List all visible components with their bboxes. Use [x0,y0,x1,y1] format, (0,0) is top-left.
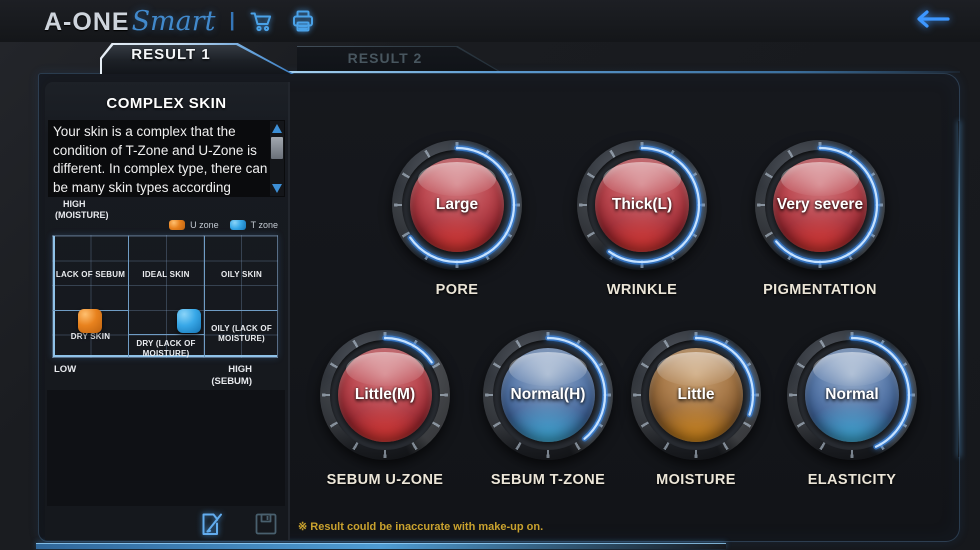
gauge-value: Normal [787,330,917,460]
printer-icon[interactable] [288,6,318,36]
back-arrow-icon[interactable] [912,8,952,30]
tab-result-1-label: RESULT 1 [100,46,242,63]
tab-baseline [286,71,960,73]
gauge-button[interactable]: Thick(L) [577,140,707,270]
description-scrollbar[interactable] [270,121,284,196]
zone-ideal-skin: IDEAL SKIN [128,270,204,280]
result-summary-panel: COMPLEX SKIN Your skin is a complex that… [45,82,290,540]
gauge-label: WRINKLE [542,282,742,298]
u-zone-legend-label: U zone [190,220,219,230]
description-box: Your skin is a complex that the conditio… [48,120,285,197]
x-axis-high-label: HIGH (SEBUM) [211,364,252,388]
gauge-button[interactable]: Normal [787,330,917,460]
gauge-value: Little(M) [320,330,450,460]
gauge-button[interactable]: Very severe [755,140,885,270]
gauge-button[interactable]: Large [392,140,522,270]
skin-type-grid: LACK OF SEBUM IDEAL SKIN OILY SKIN DRY S… [52,235,278,358]
t-zone-legend-label: T zone [251,220,278,230]
gauge-value: Very severe [755,140,885,270]
gauge-label: ELASTICITY [752,472,952,488]
gauge-pore[interactable]: Large PORE [357,140,557,298]
gauge-elasticity[interactable]: Normal ELASTICITY [752,330,952,488]
zone-oily-skin: OILY SKIN [204,270,279,280]
scrollbar-thumb[interactable] [271,137,283,159]
chart-legend: U zone T zone [169,220,278,230]
cart-icon[interactable] [246,6,276,36]
y-axis-label: HIGH (MOISTURE) [55,199,109,221]
description-text: Your skin is a complex that the conditio… [53,123,269,197]
save-icon[interactable] [253,511,279,537]
x-axis-low-label: LOW [54,364,76,375]
gauge-value: Large [392,140,522,270]
zone-dry-skin: DRY SKIN [53,332,128,342]
u-zone-swatch [169,220,185,230]
tab-result-2-label: RESULT 2 [297,50,473,66]
tab-result-1[interactable]: RESULT 1 [100,43,294,74]
gauge-button[interactable]: Normal(H) [483,330,613,460]
zone-lack-of-sebum: LACK OF SEBUM [53,270,128,280]
skin-type-title: COMPLEX SKIN [45,95,288,112]
makeup-warning-note: ※ Result could be inaccurate with make-u… [298,520,543,533]
bottom-accent-bar [36,543,726,549]
zone-dry-lack-of-moisture: DRY (LACK OF MOISTURE) [128,339,204,358]
top-bar: A-ONE Smart | [0,0,980,42]
app-screen: A-ONE Smart | [0,0,980,550]
brand-logo: A-ONE Smart [44,6,216,37]
gauge-button[interactable]: Little [631,330,761,460]
frame-right-glow [958,121,960,457]
gauge-label: PORE [357,282,557,298]
edit-note-icon[interactable] [197,510,225,538]
scroll-down-icon[interactable] [272,184,282,193]
panel-lower-box [47,390,285,506]
gauge-pigmentation[interactable]: Very severe PIGMENTATION [720,140,920,298]
t-zone-marker [177,309,201,333]
gauge-value: Thick(L) [577,140,707,270]
t-zone-swatch [230,220,246,230]
brand-script: Smart [132,6,216,37]
zone-oily-lack-of-moisture: OILY (LACK OF MOISTURE) [204,324,279,343]
gauge-wrinkle[interactable]: Thick(L) WRINKLE [542,140,742,298]
gauge-value: Little [631,330,761,460]
gauge-value: Normal(H) [483,330,613,460]
panel-action-row [45,510,288,540]
topbar-separator: | [230,10,235,32]
tab-result-2[interactable]: RESULT 2 [297,46,503,73]
brand-primary: A-ONE [44,8,130,37]
gauge-label: PIGMENTATION [720,282,920,298]
scroll-up-icon[interactable] [272,124,282,133]
gauge-button[interactable]: Little(M) [320,330,450,460]
u-zone-marker [78,309,102,333]
